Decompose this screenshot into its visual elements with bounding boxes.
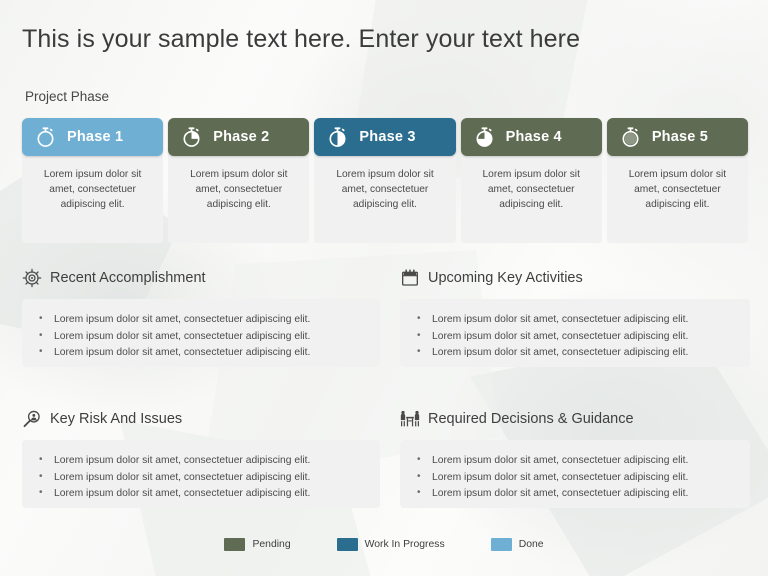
phase-description: Lorem ipsum dolor sit amet, consectetuer… xyxy=(168,152,310,243)
bullet-list: Lorem ipsum dolor sit amet, consectetuer… xyxy=(410,311,736,362)
section-header: Upcoming Key Activities xyxy=(400,266,750,290)
magnifier-person-icon xyxy=(22,409,42,429)
phase-card: Phase 4 Lorem ipsum dolor sit amet, conse… xyxy=(460,118,602,243)
section-header: Required Decisions & Guidance xyxy=(400,407,750,431)
list-item: Lorem ipsum dolor sit amet, consectetuer… xyxy=(410,452,736,470)
phase-header-2[interactable]: Phase 2 xyxy=(168,118,310,156)
calendar-icon xyxy=(400,268,420,288)
list-item: Lorem ipsum dolor sit amet, consectetuer… xyxy=(32,452,366,470)
bullet-list: Lorem ipsum dolor sit amet, consectetuer… xyxy=(32,452,366,503)
list-item: Lorem ipsum dolor sit amet, consectetuer… xyxy=(410,311,736,329)
list-item: Lorem ipsum dolor sit amet, consectetuer… xyxy=(32,344,366,362)
phase-header-1[interactable]: Phase 1 xyxy=(22,118,164,156)
section-recent-accomplishment: Recent Accomplishment Lorem ipsum dolor s… xyxy=(22,266,380,367)
phase-card: Phase 5 Lorem ipsum dolor sit amet, conse… xyxy=(606,118,749,243)
phase-title: Phase 1 xyxy=(67,129,124,145)
section-panel: Lorem ipsum dolor sit amet, consectetuer… xyxy=(400,299,750,367)
legend-swatch xyxy=(336,538,358,551)
phase-title: Phase 3 xyxy=(359,129,416,145)
phase-header-5[interactable]: Phase 5 xyxy=(606,118,749,156)
stopwatch-full-icon xyxy=(34,126,57,149)
section-required-decisions-guidance: Required Decisions & Guidance Lorem ipsum… xyxy=(400,407,750,508)
phase-title: Phase 5 xyxy=(651,129,709,145)
section-title: Required Decisions & Guidance xyxy=(428,411,634,427)
list-item: Lorem ipsum dolor sit amet, consectetuer… xyxy=(32,311,366,329)
legend-item: Pending xyxy=(224,538,291,551)
phase-card: Phase 2 Lorem ipsum dolor sit amet, conse… xyxy=(168,118,310,243)
phase-card: Phase 1 Lorem ipsum dolor sit amet, conse… xyxy=(22,118,164,243)
list-item: Lorem ipsum dolor sit amet, consectetuer… xyxy=(410,485,736,503)
stopwatch-empty-icon xyxy=(619,126,642,149)
section-upcoming-key-activities: Upcoming Key Activities Lorem ipsum dolor… xyxy=(400,266,750,367)
stopwatch-half-icon xyxy=(326,126,349,149)
phase-description: Lorem ipsum dolor sit amet, consectetuer… xyxy=(314,152,456,243)
project-phase-label: Project Phase xyxy=(25,89,110,104)
section-panel: Lorem ipsum dolor sit amet, consectetuer… xyxy=(22,440,380,508)
list-item: Lorem ipsum dolor sit amet, consectetuer… xyxy=(410,328,736,346)
legend-item: Work In Progress xyxy=(336,538,445,551)
bullet-list: Lorem ipsum dolor sit amet, consectetuer… xyxy=(410,452,736,503)
legend-item: Done xyxy=(490,538,544,551)
legend-label: Pending xyxy=(252,539,291,550)
legend-label: Done xyxy=(518,539,544,550)
target-icon xyxy=(22,268,42,288)
stopwatch-three-quarter-icon xyxy=(473,126,496,149)
list-item: Lorem ipsum dolor sit amet, consectetuer… xyxy=(32,469,366,487)
phase-strip: Phase 1 Lorem ipsum dolor sit amet, conse… xyxy=(22,118,749,243)
page-title: This is your sample text here. Enter you… xyxy=(22,25,581,53)
list-item: Lorem ipsum dolor sit amet, consectetuer… xyxy=(410,344,736,362)
phase-title: Phase 4 xyxy=(505,129,562,145)
list-item: Lorem ipsum dolor sit amet, consectetuer… xyxy=(410,469,736,487)
bullet-list: Lorem ipsum dolor sit amet, consectetuer… xyxy=(32,311,366,362)
section-title: Recent Accomplishment xyxy=(50,270,206,286)
section-header: Recent Accomplishment xyxy=(22,266,380,290)
legend-label: Work In Progress xyxy=(364,539,445,550)
phase-description: Lorem ipsum dolor sit amet, consectetuer… xyxy=(606,152,749,243)
list-item: Lorem ipsum dolor sit amet, consectetuer… xyxy=(32,328,366,346)
meeting-people-icon xyxy=(400,409,420,429)
phase-description: Lorem ipsum dolor sit amet, consectetuer… xyxy=(460,152,602,243)
section-title: Key Risk And Issues xyxy=(50,411,183,427)
legend-swatch xyxy=(490,538,512,551)
section-title: Upcoming Key Activities xyxy=(428,270,583,286)
list-item: Lorem ipsum dolor sit amet, consectetuer… xyxy=(32,485,366,503)
legend-swatch xyxy=(224,538,246,551)
phase-card: Phase 3 Lorem ipsum dolor sit amet, conse… xyxy=(314,118,456,243)
phase-title: Phase 2 xyxy=(213,129,270,145)
stopwatch-quarter-icon xyxy=(180,126,203,149)
phase-header-3[interactable]: Phase 3 xyxy=(314,118,456,156)
section-key-risk-and-issues: Key Risk And Issues Lorem ipsum dolor sit… xyxy=(22,407,380,508)
phase-description: Lorem ipsum dolor sit amet, consectetuer… xyxy=(22,152,164,243)
phase-header-4[interactable]: Phase 4 xyxy=(460,118,602,156)
section-header: Key Risk And Issues xyxy=(22,407,380,431)
status-legend: Pending Work In Progress Done xyxy=(0,538,768,551)
section-panel: Lorem ipsum dolor sit amet, consectetuer… xyxy=(400,440,750,508)
section-panel: Lorem ipsum dolor sit amet, consectetuer… xyxy=(22,299,380,367)
